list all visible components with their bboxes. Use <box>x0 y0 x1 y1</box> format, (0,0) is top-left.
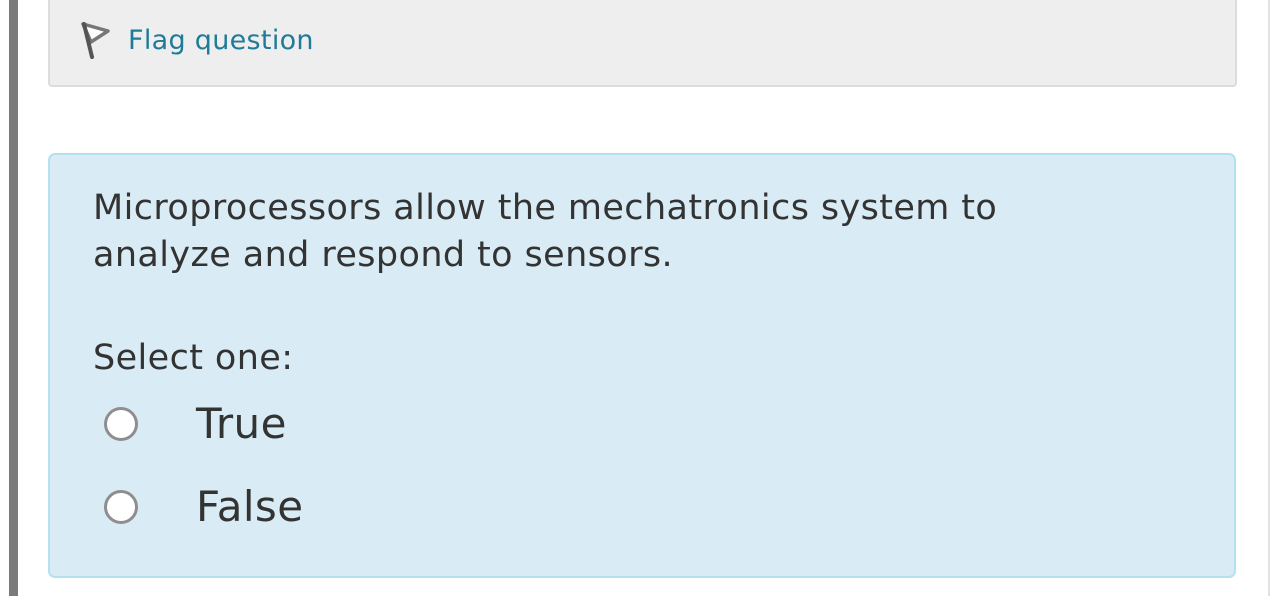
question-info-panel: Flag question <box>48 0 1237 87</box>
select-one-prompt: Select one: <box>93 338 294 378</box>
flag-icon <box>78 20 110 60</box>
answer-label-true[interactable]: True <box>196 399 287 448</box>
flag-question-label: Flag question <box>128 24 314 56</box>
left-border-rule <box>9 0 18 596</box>
answer-option-true[interactable]: True <box>104 399 287 448</box>
question-text: Microprocessors allow the mechatronics s… <box>93 188 998 275</box>
flag-question-link[interactable]: Flag question <box>78 20 314 60</box>
question-content-panel: Microprocessors allow the mechatronics s… <box>48 153 1236 578</box>
radio-button-true[interactable] <box>104 406 138 441</box>
right-border-rule <box>1268 0 1270 596</box>
radio-button-false[interactable] <box>104 489 138 524</box>
answer-label-false[interactable]: False <box>196 482 303 531</box>
answer-option-false[interactable]: False <box>104 482 303 531</box>
